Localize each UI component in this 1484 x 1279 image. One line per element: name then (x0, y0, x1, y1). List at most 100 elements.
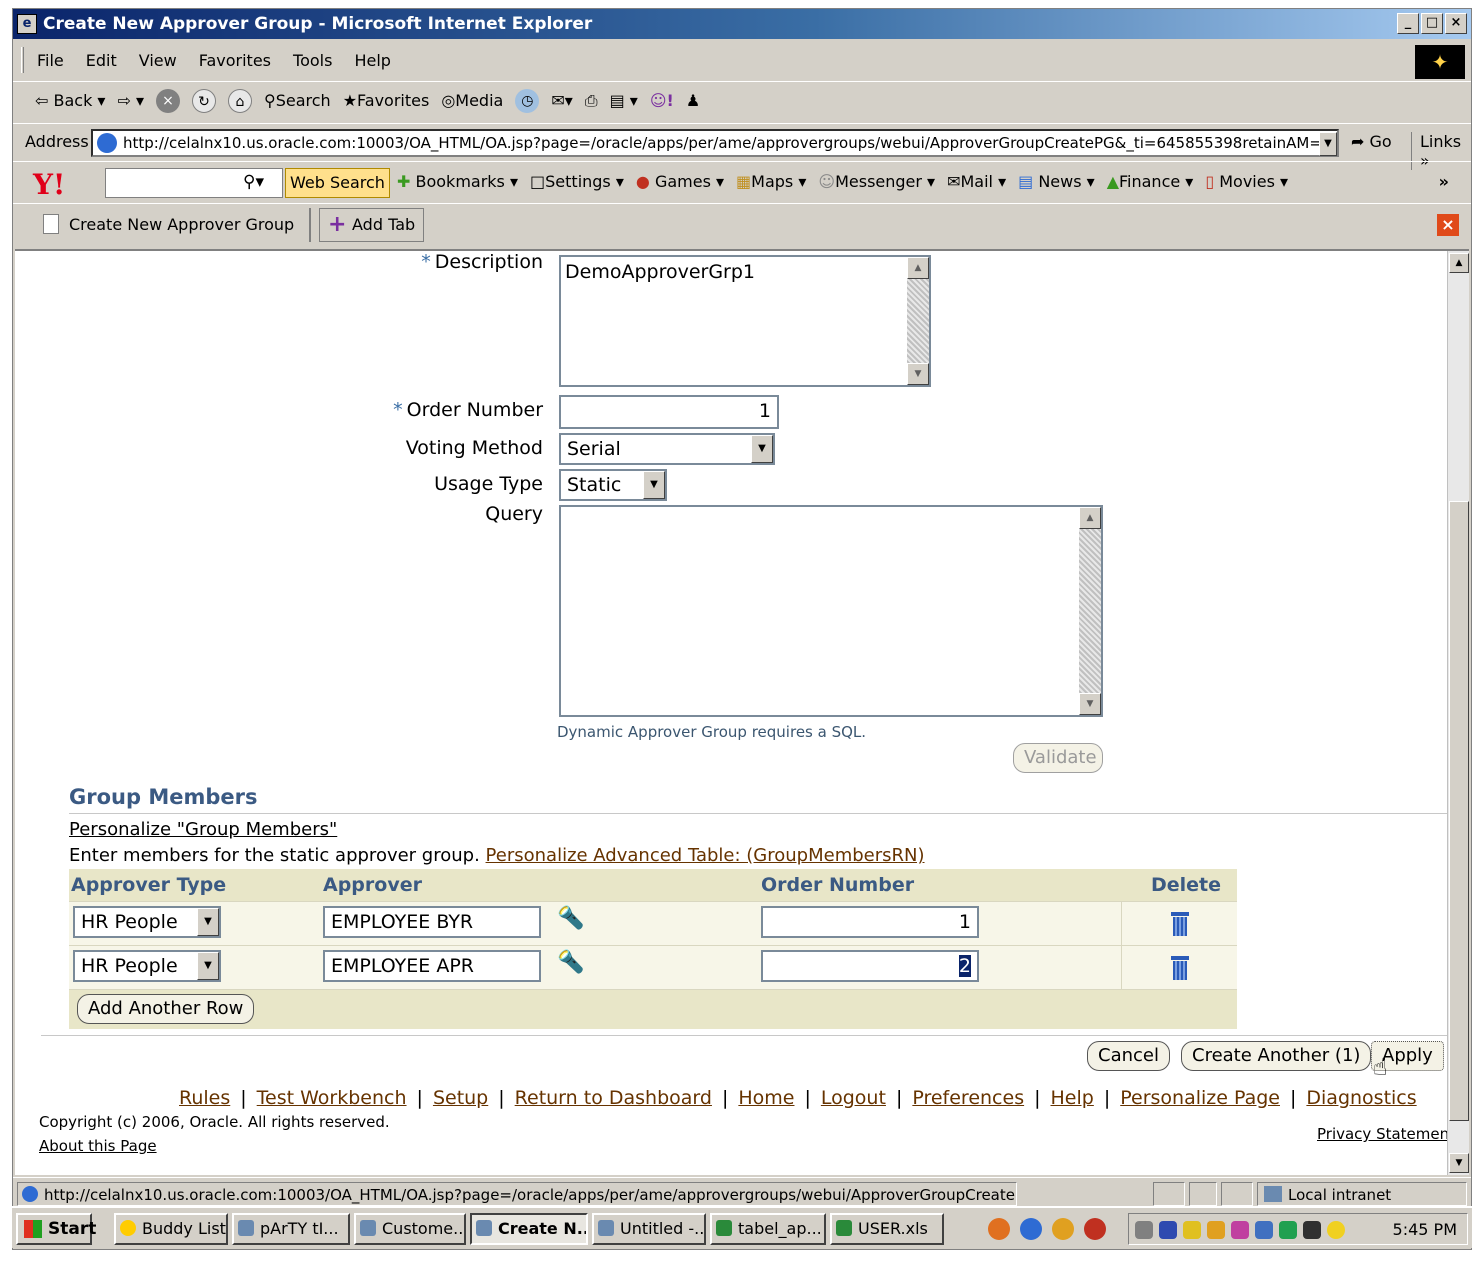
personalize-group-members-link[interactable]: Personalize "Group Members" (69, 819, 337, 840)
personalize-table-link[interactable]: Personalize Advanced Table: (GroupMember… (486, 845, 925, 866)
footer-link-rules[interactable]: Rules (179, 1087, 230, 1109)
yahoo-messenger[interactable]: ☺Messenger ▾ (818, 172, 935, 191)
tray-app-icon[interactable] (1303, 1221, 1321, 1239)
scroll-down-icon[interactable]: ▼ (907, 363, 929, 385)
col-order-number[interactable]: Order Number (761, 869, 914, 901)
history-icon[interactable]: ◷ (515, 88, 540, 113)
approver-input[interactable]: EMPLOYEE APR (323, 950, 541, 982)
print-icon[interactable]: ⎙ (585, 91, 598, 111)
footer-link-help[interactable]: Help (1051, 1087, 1094, 1109)
tray-app-icon[interactable] (1231, 1221, 1249, 1239)
address-dropdown-button[interactable]: ▼ (1319, 132, 1337, 156)
minimize-button[interactable]: _ (1397, 13, 1419, 34)
yahoo-games[interactable]: ● Games ▾ (636, 172, 724, 191)
yahoo-logo[interactable]: Y! (33, 168, 65, 201)
yahoo-search-icon[interactable]: ⚲▾ (243, 172, 264, 192)
flashlight-search-icon[interactable]: 🔦 (557, 950, 584, 975)
footer-link-home[interactable]: Home (738, 1087, 794, 1109)
go-button[interactable]: ➦ Go (1351, 132, 1392, 151)
order-number-cell-input[interactable]: 1 (761, 906, 979, 938)
stop-icon[interactable]: × (156, 88, 180, 113)
task-create-new[interactable]: Create N... (470, 1213, 588, 1245)
quick-launch-icon[interactable] (1084, 1218, 1106, 1240)
footer-link-personalize-page[interactable]: Personalize Page (1120, 1087, 1280, 1109)
tab-create-approver-group[interactable]: Create New Approver Group (35, 208, 311, 242)
footer-link-logout[interactable]: Logout (821, 1087, 886, 1109)
maximize-button[interactable]: □ (1421, 13, 1443, 34)
chevron-down-icon[interactable]: ▼ (751, 435, 773, 463)
query-textarea[interactable]: ▲ ▼ (559, 505, 1103, 717)
chevron-down-icon[interactable]: ▼ (197, 908, 219, 936)
create-another-button[interactable]: Create Another (1) (1181, 1041, 1372, 1071)
approver-input[interactable]: EMPLOYEE BYR (323, 906, 541, 938)
volume-icon[interactable] (1135, 1221, 1153, 1239)
order-number-input[interactable]: 1 (559, 395, 779, 429)
tray-app-icon[interactable] (1207, 1221, 1225, 1239)
media-button[interactable]: ◎Media (441, 91, 503, 110)
scroll-up-icon[interactable]: ▲ (907, 257, 929, 279)
yahoo-bookmarks[interactable]: ✚ Bookmarks ▾ (397, 172, 518, 191)
forward-button[interactable]: ⇨ ▾ (117, 91, 144, 110)
voting-method-select[interactable]: Serial ▼ (559, 433, 775, 465)
cancel-button[interactable]: Cancel (1087, 1041, 1170, 1071)
quick-launch-icon[interactable] (988, 1218, 1010, 1240)
footer-link-setup[interactable]: Setup (433, 1087, 488, 1109)
privacy-statement-link[interactable]: Privacy Statement (1317, 1125, 1455, 1143)
tray-app-icon[interactable] (1327, 1221, 1345, 1239)
footer-link-diagnostics[interactable]: Diagnostics (1306, 1087, 1416, 1109)
menu-file[interactable]: File (37, 51, 64, 70)
yahoo-movies[interactable]: ▯ Movies ▾ (1205, 172, 1288, 191)
task-untitled[interactable]: Untitled -... (592, 1213, 706, 1245)
edit-icon[interactable]: ▤ ▾ (610, 91, 638, 110)
tray-app-icon[interactable] (1279, 1221, 1297, 1239)
chevron-down-icon[interactable]: ▼ (197, 952, 219, 980)
back-button[interactable]: ⇦ Back ▾ (35, 91, 105, 110)
yahoo-maps[interactable]: ▦Maps ▾ (736, 172, 806, 191)
page-scrollbar[interactable]: ▲ ▼ (1447, 251, 1469, 1175)
task-tabel[interactable]: tabel_ap... (710, 1213, 826, 1245)
yahoo-messenger-icon[interactable]: ☺! (650, 91, 674, 110)
menu-view[interactable]: View (139, 51, 177, 70)
about-this-page-link[interactable]: About this Page (39, 1137, 157, 1155)
scrollbar-thumb[interactable] (1449, 501, 1469, 1121)
tray-app-icon[interactable] (1183, 1221, 1201, 1239)
menu-favorites[interactable]: Favorites (199, 51, 271, 70)
close-tab-button[interactable]: × (1437, 214, 1459, 236)
scroll-up-icon[interactable]: ▲ (1079, 507, 1101, 529)
yahoo-finance[interactable]: ▲Finance ▾ (1107, 172, 1194, 191)
menu-tools[interactable]: Tools (293, 51, 332, 70)
scroll-up-icon[interactable]: ▲ (1449, 253, 1469, 273)
description-textarea[interactable]: DemoApproverGrp1 ▲ ▼ (559, 255, 931, 387)
footer-link-preferences[interactable]: Preferences (912, 1087, 1024, 1109)
task-customer[interactable]: Custome... (354, 1213, 466, 1245)
col-approver[interactable]: Approver (323, 869, 422, 901)
favorites-button[interactable]: ★Favorites (343, 91, 430, 110)
order-number-cell-input[interactable]: 2 (761, 950, 979, 982)
network-icon[interactable] (1159, 1221, 1177, 1239)
validate-button[interactable]: Validate (1013, 743, 1103, 773)
start-button[interactable]: Start (16, 1213, 96, 1245)
query-scrollbar[interactable]: ▲ ▼ (1079, 507, 1101, 715)
menu-edit[interactable]: Edit (86, 51, 117, 70)
yahoo-settings[interactable]: □Settings ▾ (530, 172, 624, 191)
close-window-button[interactable]: × (1445, 13, 1467, 34)
scroll-down-icon[interactable]: ▼ (1449, 1153, 1469, 1173)
yahoo-news[interactable]: ▤ News ▾ (1018, 172, 1095, 191)
add-another-row-button[interactable]: Add Another Row (77, 994, 255, 1024)
messenger-icon[interactable]: ♟ (686, 91, 700, 110)
footer-link-return-to-dashboard[interactable]: Return to Dashboard (515, 1087, 712, 1109)
tray-app-icon[interactable] (1255, 1221, 1273, 1239)
refresh-icon[interactable]: ↻ (192, 88, 216, 113)
yahoo-mail[interactable]: ✉Mail ▾ (947, 172, 1006, 191)
footer-link-test-workbench[interactable]: Test Workbench (257, 1087, 407, 1109)
add-tab-button[interactable]: + Add Tab (319, 208, 425, 242)
chevron-down-icon[interactable]: ▼ (643, 471, 665, 499)
web-search-button[interactable]: Web Search (285, 168, 390, 198)
approver-type-select[interactable]: HR People ▼ (73, 906, 221, 938)
quick-launch-icon[interactable] (1020, 1218, 1042, 1240)
mail-icon[interactable]: ✉▾ (551, 91, 572, 110)
task-party[interactable]: pArTY tI... (232, 1213, 350, 1245)
trash-icon[interactable] (1171, 956, 1189, 980)
col-approver-type[interactable]: Approver Type (71, 869, 226, 901)
search-button[interactable]: ⚲Search (264, 91, 331, 110)
